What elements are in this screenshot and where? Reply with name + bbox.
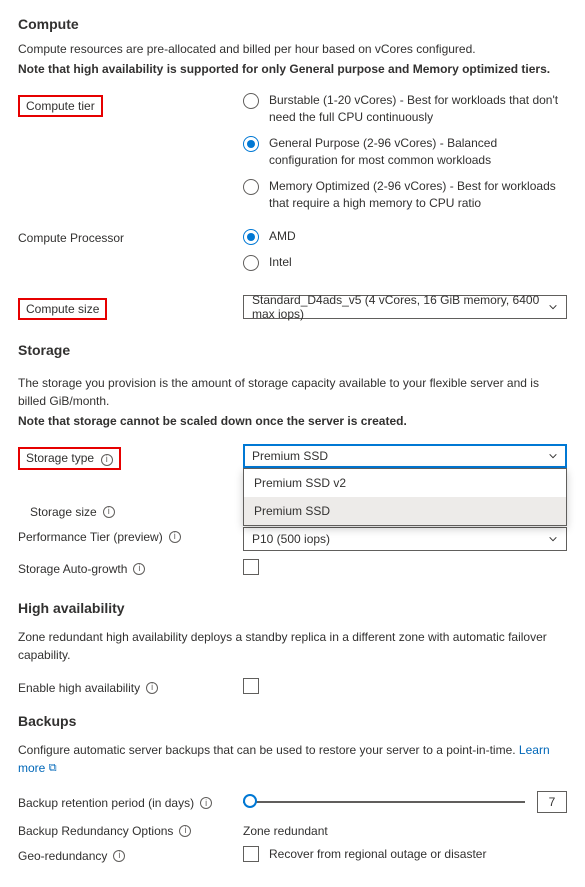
geo-row: Geo-redundancy i Recover from regional o… [18, 846, 567, 863]
tier-memory[interactable]: Memory Optimized (2-96 vCores) - Best fo… [243, 178, 567, 213]
perf-tier-row: Performance Tier (preview) i P10 (500 io… [18, 527, 567, 551]
compute-note: Note that high availability is supported… [18, 60, 567, 78]
tier-burstable[interactable]: Burstable (1-20 vCores) - Best for workl… [243, 92, 567, 127]
geo-label: Geo-redundancy i [18, 846, 243, 863]
enable-ha-checkbox[interactable] [243, 678, 259, 694]
autogrowth-label: Storage Auto-growth i [18, 559, 243, 576]
slider-track [243, 801, 525, 803]
compute-size-select[interactable]: Standard_D4ads_v5 (4 vCores, 16 GiB memo… [243, 295, 567, 319]
info-icon[interactable]: i [101, 454, 113, 466]
tier-general[interactable]: General Purpose (2-96 vCores) - Balanced… [243, 135, 567, 170]
proc-intel[interactable]: Intel [243, 254, 567, 271]
info-icon[interactable]: i [103, 506, 115, 518]
chevron-down-icon [548, 451, 558, 461]
autogrowth-row: Storage Auto-growth i [18, 559, 567, 578]
ha-desc: Zone redundant high availability deploys… [18, 628, 567, 664]
select-value: Standard_D4ads_v5 (4 vCores, 16 GiB memo… [252, 293, 548, 321]
radio-icon [243, 229, 259, 245]
select-value: P10 (500 iops) [252, 532, 330, 546]
processor-label: Compute Processor [18, 228, 243, 245]
storage-size-label: Storage size i [18, 502, 243, 519]
compute-desc: Compute resources are pre-allocated and … [18, 40, 567, 58]
enable-ha-row: Enable high availability i [18, 678, 567, 697]
compute-tier-row: Compute tier Burstable (1-20 vCores) - B… [18, 92, 567, 220]
info-icon[interactable]: i [133, 563, 145, 575]
desc-text: Configure automatic server backups that … [18, 743, 519, 757]
label-text: Backup Redundancy Options [18, 824, 173, 838]
compute-tier-label: Compute tier [18, 92, 243, 117]
storage-type-label: Storage type i [18, 444, 243, 470]
label-text: Storage type [26, 451, 94, 465]
label-text: Enable high availability [18, 681, 140, 695]
ha-heading: High availability [18, 600, 567, 616]
radio-icon [243, 255, 259, 271]
proc-label: AMD [269, 228, 567, 245]
storage-desc: The storage you provision is the amount … [18, 374, 567, 410]
retention-slider[interactable] [243, 794, 525, 810]
enable-ha-label: Enable high availability i [18, 678, 243, 695]
option-ssd[interactable]: Premium SSD [244, 497, 566, 525]
option-ssd-v2[interactable]: Premium SSD v2 [244, 469, 566, 497]
storage-type-highlight: Storage type i [18, 447, 121, 470]
perf-tier-label: Performance Tier (preview) i [18, 527, 243, 544]
external-link-icon: ⧉ [49, 762, 57, 774]
info-icon[interactable]: i [113, 850, 125, 862]
retention-label: Backup retention period (in days) i [18, 793, 243, 810]
retention-row: Backup retention period (in days) i 7 [18, 791, 567, 813]
radio-icon [243, 136, 259, 152]
slider-thumb[interactable] [243, 794, 257, 808]
proc-label: Intel [269, 254, 567, 271]
redundancy-row: Backup Redundancy Options i Zone redunda… [18, 821, 567, 838]
geo-checkbox[interactable] [243, 846, 259, 862]
tier-label: Memory Optimized (2-96 vCores) - Best fo… [269, 178, 567, 213]
proc-amd[interactable]: AMD [243, 228, 567, 245]
compute-heading: Compute [18, 16, 567, 32]
retention-value-box[interactable]: 7 [537, 791, 567, 813]
compute-size-label: Compute size [18, 295, 243, 320]
storage-type-row: Storage type i Premium SSD Premium SSD v… [18, 444, 567, 470]
redundancy-label: Backup Redundancy Options i [18, 821, 243, 838]
autogrowth-checkbox[interactable] [243, 559, 259, 575]
tier-label: General Purpose (2-96 vCores) - Balanced… [269, 135, 567, 170]
label-text: Storage Auto-growth [18, 562, 127, 576]
storage-note: Note that storage cannot be scaled down … [18, 412, 567, 430]
label-text: Storage size [30, 505, 97, 519]
tier-label: Burstable (1-20 vCores) - Best for workl… [269, 92, 567, 127]
select-value: Premium SSD [252, 449, 328, 463]
storage-type-dropdown: Premium SSD v2 Premium SSD [243, 468, 567, 526]
radio-icon [243, 179, 259, 195]
compute-size-row: Compute size Standard_D4ads_v5 (4 vCores… [18, 295, 567, 320]
chevron-down-icon [548, 302, 558, 312]
processor-row: Compute Processor AMD Intel [18, 228, 567, 279]
chevron-down-icon [548, 534, 558, 544]
geo-text: Recover from regional outage or disaster [269, 847, 486, 861]
label-text: Performance Tier (preview) [18, 530, 163, 544]
storage-type-select[interactable]: Premium SSD Premium SSD v2 Premium SSD [243, 444, 567, 468]
perf-tier-select[interactable]: P10 (500 iops) [243, 527, 567, 551]
backups-desc: Configure automatic server backups that … [18, 741, 567, 777]
info-icon[interactable]: i [169, 531, 181, 543]
label-text: Geo-redundancy [18, 849, 107, 863]
compute-size-highlight: Compute size [18, 298, 107, 320]
info-icon[interactable]: i [179, 825, 191, 837]
compute-tier-highlight: Compute tier [18, 95, 103, 117]
info-icon[interactable]: i [200, 797, 212, 809]
label-text: Backup retention period (in days) [18, 796, 194, 810]
redundancy-value: Zone redundant [243, 824, 328, 838]
storage-heading: Storage [18, 342, 567, 358]
info-icon[interactable]: i [146, 682, 158, 694]
backups-heading: Backups [18, 713, 567, 729]
radio-icon [243, 93, 259, 109]
